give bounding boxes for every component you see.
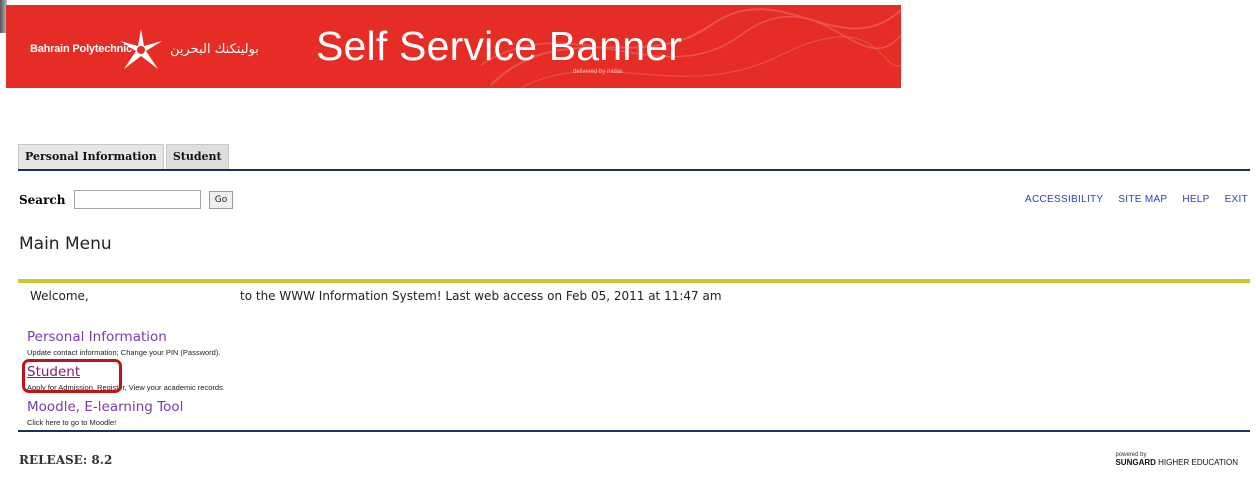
vendor-bold: SUNGARD: [1115, 458, 1156, 467]
welcome-prefix: Welcome,: [30, 289, 89, 303]
exit-link[interactable]: EXIT: [1225, 194, 1248, 205]
search-label: Search: [19, 193, 66, 207]
top-links: ACCESSIBILITY SITE MAP HELP EXIT: [1013, 194, 1248, 205]
menu-item-moodle[interactable]: Moodle, E-learning Tool: [27, 399, 183, 415]
tab-divider: [18, 169, 1250, 171]
banner-subtitle: delivered by midas: [573, 69, 624, 75]
release-version: RELEASE: 8.2: [19, 453, 113, 467]
accessibility-link[interactable]: ACCESSIBILITY: [1025, 194, 1103, 205]
search-input[interactable]: [74, 190, 201, 209]
title-divider: [18, 279, 1250, 283]
page-title: Main Menu: [19, 234, 112, 254]
menu-item-description: Click here to go to Moodle!: [27, 418, 117, 427]
site-map-link[interactable]: SITE MAP: [1118, 194, 1167, 205]
logo-text-english: Bahrain Polytechnic: [30, 43, 132, 55]
banner-title: Self Service Banner: [316, 23, 683, 69]
vendor-name: SUNGARD HIGHER EDUCATION: [1115, 458, 1238, 467]
sungard-logo: powered by SUNGARD HIGHER EDUCATION: [1115, 452, 1238, 467]
polytechnic-star-logo-icon: [120, 29, 162, 69]
footer-divider: [18, 430, 1250, 432]
site-banner: Bahrain Polytechnic بوليتكنك البحرين Sel…: [6, 5, 901, 88]
logo-text-arabic: بوليتكنك البحرين: [170, 42, 259, 57]
go-button[interactable]: Go: [209, 191, 233, 209]
help-link[interactable]: HELP: [1182, 194, 1209, 205]
menu-item-description: Update contact information; Change your …: [27, 348, 221, 357]
menu-item-personal-information[interactable]: Personal Information: [27, 329, 167, 345]
vendor-rest: HIGHER EDUCATION: [1158, 458, 1238, 467]
tab-personal-information[interactable]: Personal Information: [18, 144, 164, 171]
main-tabs: Personal Information Student: [18, 144, 229, 171]
welcome-message: to the WWW Information System! Last web …: [240, 289, 722, 303]
tab-student[interactable]: Student: [165, 144, 229, 171]
highlight-annotation: [22, 359, 122, 393]
